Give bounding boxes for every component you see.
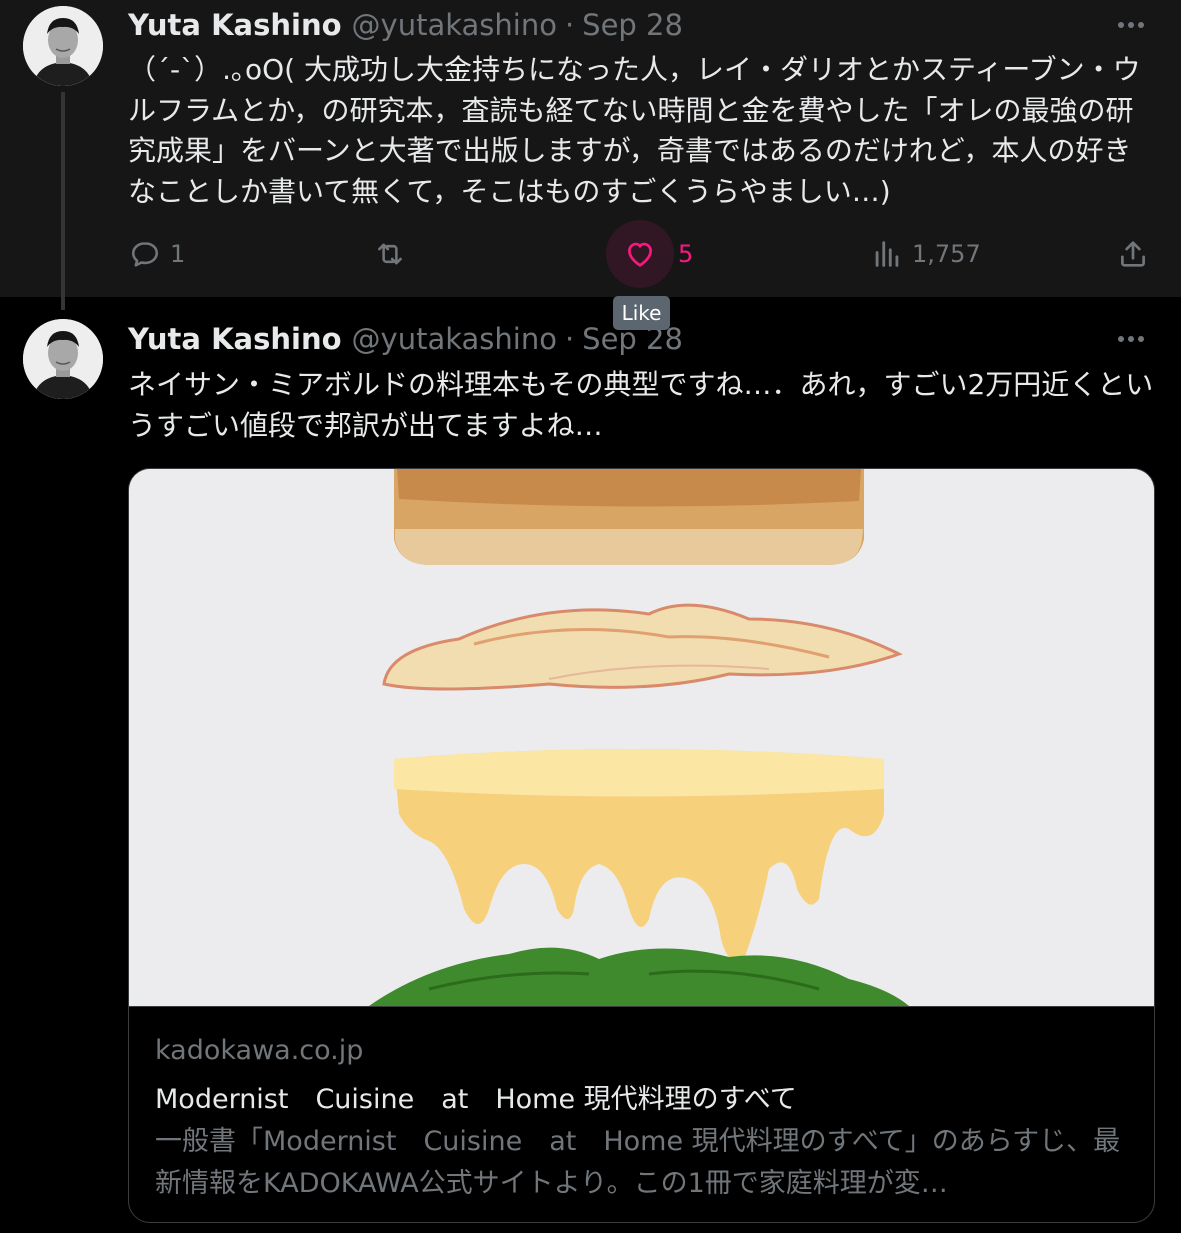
views-icon bbox=[875, 241, 899, 267]
more-icon[interactable] bbox=[1111, 319, 1151, 359]
reply-icon bbox=[131, 242, 159, 267]
tweet-header: Yuta Kashino @yutakashino · Sep 28 bbox=[128, 5, 1151, 45]
share-button[interactable] bbox=[1116, 230, 1150, 278]
tweet-date[interactable]: Sep 28 bbox=[582, 8, 683, 42]
like-icon bbox=[628, 242, 652, 267]
like-count: 5 bbox=[678, 240, 694, 268]
tweet-text: ネイサン・ミアボルドの料理本もその典型ですね…．あれ，すごい2万円近くというすご… bbox=[128, 368, 1154, 442]
author-name[interactable]: Yuta Kashino bbox=[128, 8, 342, 42]
avatar[interactable] bbox=[23, 6, 103, 86]
more-icon[interactable] bbox=[1111, 5, 1151, 45]
retweet-icon bbox=[378, 243, 402, 265]
like-button[interactable]: 5 bbox=[606, 220, 694, 288]
author-handle[interactable]: @yutakashino bbox=[352, 8, 557, 42]
link-card[interactable]: kadokawa.co.jp Modernist Cuisine at Home… bbox=[128, 468, 1155, 1223]
card-title[interactable]: Modernist Cuisine at Home 現代料理のすべて bbox=[155, 1077, 797, 1116]
share-icon bbox=[1121, 241, 1145, 267]
tweet[interactable]: Yuta Kashino @yutakashino · Sep 28 ネイサン・… bbox=[0, 297, 1181, 1233]
card-divider bbox=[129, 1006, 1154, 1007]
tweet-text: （´-`）.｡oO( 大成功し大金持ちになった人，レイ・ダリオとかスティーブン・… bbox=[128, 53, 1141, 208]
card-domain: kadokawa.co.jp bbox=[155, 1035, 364, 1066]
author-handle[interactable]: @yutakashino bbox=[352, 322, 557, 356]
reply-button[interactable]: 1 bbox=[128, 230, 185, 278]
views-button[interactable]: 1,757 bbox=[870, 230, 981, 278]
avatar[interactable] bbox=[23, 319, 103, 399]
tweet-actions: 1 5 1,757 bbox=[128, 220, 1158, 288]
reply-count: 1 bbox=[170, 240, 186, 268]
retweet-button[interactable] bbox=[373, 230, 415, 278]
author-name[interactable]: Yuta Kashino bbox=[128, 322, 342, 356]
like-tooltip: Like bbox=[613, 296, 670, 330]
thread-connector-line bbox=[61, 92, 65, 310]
card-image[interactable] bbox=[129, 469, 1154, 1006]
views-count: 1,757 bbox=[912, 240, 981, 268]
tweet[interactable]: Yuta Kashino @yutakashino · Sep 28 （´-`）… bbox=[0, 0, 1181, 297]
separator-dot: · bbox=[564, 322, 575, 356]
separator-dot: · bbox=[564, 8, 575, 42]
card-description: 一般書「Modernist Cuisine at Home 現代料理のすべて」の… bbox=[155, 1126, 1121, 1199]
